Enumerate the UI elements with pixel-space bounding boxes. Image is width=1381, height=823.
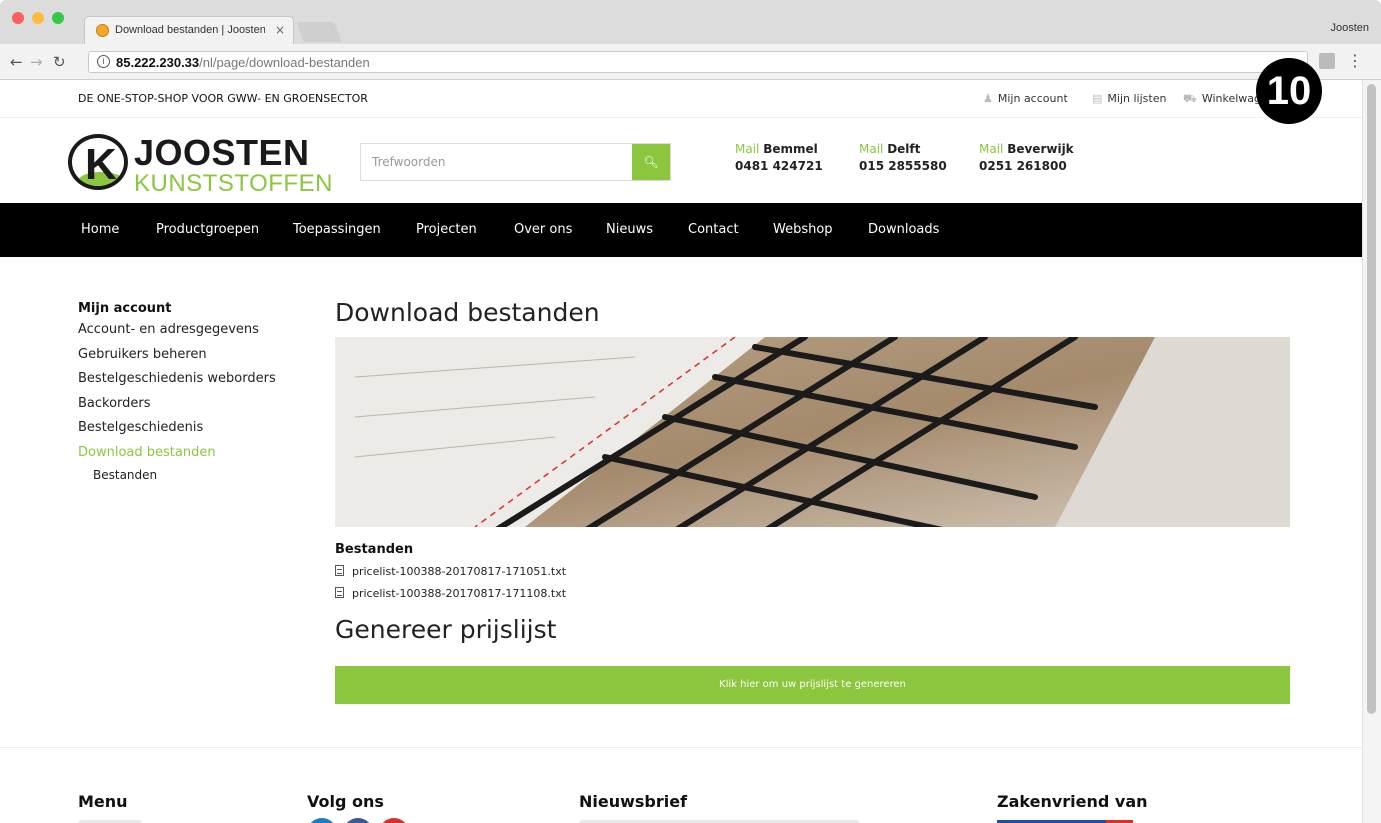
cart-icon: ⛟ (1183, 92, 1197, 105)
contact-bemmel[interactable]: Mail Bemmel 0481 424721 (735, 142, 823, 173)
search-form: 🔍︎ (360, 143, 671, 181)
browser-titlebar: Download bestanden | Joosten × Joosten (0, 0, 1381, 44)
footer-menu-heading: Menu (78, 792, 128, 811)
sidebar-title: Mijn account (78, 301, 172, 316)
webpage: DE ONE-STOP-SHOP VOOR GWW- EN GROENSECTO… (0, 80, 1362, 823)
footer: Menu Volg ons Nieuwsbrief Zakenvriend va… (0, 747, 1362, 823)
address-bar[interactable]: i 85.222.230.33/nl/page/download-bestand… (88, 51, 1308, 73)
search-button[interactable]: 🔍︎ (632, 144, 670, 180)
zoom-window-button[interactable] (52, 12, 64, 24)
nav-projecten[interactable]: Projecten (416, 222, 477, 237)
contact-beverwijk[interactable]: Mail Beverwijk 0251 261800 (979, 142, 1074, 173)
browser-toolbar: ← → ↻ i 85.222.230.33/nl/page/download-b… (0, 44, 1381, 80)
linkedin-icon[interactable] (307, 818, 337, 823)
browser-tab-active[interactable]: Download bestanden | Joosten × (84, 16, 294, 44)
sidebar-item-account-details[interactable]: Account- en adresgegevens (78, 318, 298, 343)
file-link[interactable]: pricelist-100388-20170817-171108.txt (335, 587, 566, 600)
document-icon (335, 587, 344, 598)
user-icon: ♟ (983, 92, 993, 105)
step-number-badge: 10 (1256, 58, 1322, 124)
minimize-window-button[interactable] (32, 12, 44, 24)
back-arrow-icon[interactable]: ← (10, 53, 23, 71)
close-window-button[interactable] (12, 12, 24, 24)
account-sidebar: Mijn account Account- en adresgegevens G… (78, 300, 298, 485)
sidebar-subitem-files[interactable]: Bestanden (78, 465, 298, 485)
browser-profile-name[interactable]: Joosten (1330, 22, 1369, 34)
reload-icon[interactable]: ↻ (53, 53, 66, 71)
nav-contact[interactable]: Contact (688, 222, 739, 237)
search-input[interactable] (361, 144, 633, 180)
nav-home[interactable]: Home (81, 222, 119, 237)
kebab-menu-icon[interactable]: ⋮ (1347, 51, 1363, 70)
main-content: Download bestanden Bestanden pricelist-1… (335, 295, 1290, 704)
nav-webshop[interactable]: Webshop (773, 222, 833, 237)
page-title: Download bestanden (335, 298, 600, 327)
tagline: DE ONE-STOP-SHOP VOOR GWW- EN GROENSECTO… (78, 92, 368, 105)
logo-name: JOOSTEN (134, 132, 310, 173)
files-heading: Bestanden (335, 542, 414, 557)
my-lists-link[interactable]: ▤ Mijn lijsten (1092, 92, 1166, 105)
hero-banner-image (335, 337, 1290, 527)
info-icon[interactable]: i (97, 55, 110, 68)
nav-downloads[interactable]: Downloads (868, 222, 939, 237)
page-scrollbar[interactable] (1362, 80, 1381, 823)
sidebar-item-backorders[interactable]: Backorders (78, 392, 298, 417)
file-link[interactable]: pricelist-100388-20170817-171051.txt (335, 565, 566, 578)
nav-over-ons[interactable]: Over ons (514, 222, 572, 237)
sidebar-item-weborder-history[interactable]: Bestelgeschiedenis weborders (78, 367, 298, 392)
my-account-link[interactable]: ♟ Mijn account (983, 92, 1068, 105)
search-icon: 🔍︎ (643, 155, 659, 169)
footer-newsletter-heading: Nieuwsbrief (579, 792, 688, 811)
footer-partner-heading: Zakenvriend van (997, 792, 1148, 811)
favicon-icon (96, 24, 109, 37)
forward-arrow-icon[interactable]: → (30, 53, 43, 71)
main-navigation: Home Productgroepen Toepassingen Project… (0, 203, 1362, 257)
extension-icon[interactable] (1319, 53, 1335, 69)
footer-follow-heading: Volg ons (307, 792, 384, 811)
sidebar-item-manage-users[interactable]: Gebruikers beheren (78, 343, 298, 368)
tab-close-icon[interactable]: × (275, 23, 285, 37)
top-bar: DE ONE-STOP-SHOP VOOR GWW- EN GROENSECTO… (0, 80, 1362, 118)
scrollbar-thumb[interactable] (1367, 84, 1376, 714)
generate-pricelist-button[interactable]: Klik hier om uw prijslijst te genereren (335, 666, 1290, 704)
document-icon (335, 565, 344, 576)
url-text: 85.222.230.33/nl/page/download-bestanden (116, 55, 370, 70)
facebook-icon[interactable] (343, 818, 373, 823)
contact-delft[interactable]: Mail Delft 015 2855580 (859, 142, 947, 173)
generate-pricelist-heading: Genereer prijslijst (335, 615, 557, 644)
logo-subtitle: KUNSTSTOFFEN (134, 170, 333, 197)
list-icon: ▤ (1092, 92, 1103, 105)
nav-nieuws[interactable]: Nieuws (606, 222, 653, 237)
sidebar-item-download-files[interactable]: Download bestanden (78, 441, 298, 466)
nav-productgroepen[interactable]: Productgroepen (156, 222, 259, 237)
new-tab-button[interactable] (296, 22, 342, 42)
sidebar-item-order-history[interactable]: Bestelgeschiedenis (78, 416, 298, 441)
logo-emblem-icon: K (68, 134, 128, 190)
tab-title: Download bestanden | Joosten (115, 24, 265, 36)
nav-toepassingen[interactable]: Toepassingen (293, 222, 381, 237)
youtube-icon[interactable] (379, 818, 409, 823)
